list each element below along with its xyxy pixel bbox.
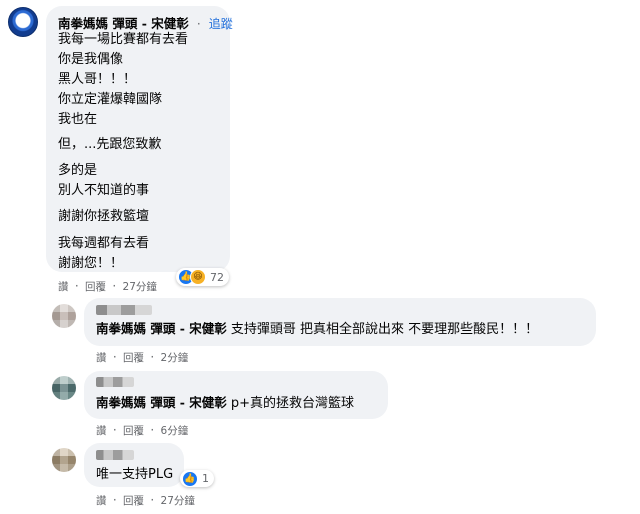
author-name-blurred[interactable] [96,305,152,315]
mention-link[interactable]: 南拳媽媽 彈頭 - 宋健彰 [96,395,227,410]
reply-actions: 讚 · 回覆 · 27分鐘 [96,493,195,508]
separator-dot: · [74,279,79,293]
author-name-blurred[interactable] [96,450,134,460]
separator-dot: · [112,423,117,437]
mention-link[interactable]: 南拳媽媽 彈頭 - 宋健彰 [96,321,227,336]
comment-line: 但，...先跟您致歉 [58,137,162,152]
reply-link[interactable]: 回覆 [123,423,144,438]
avatar[interactable] [52,448,76,472]
like-link[interactable]: 讚 [96,493,107,508]
comment-line: 我也在 [58,112,98,127]
comment-author-row: 南拳媽媽 彈頭 - 宋健彰 · 追蹤 [58,13,233,32]
reaction-summary[interactable]: 👍 😆 72 [176,268,229,286]
timestamp[interactable]: 6分鐘 [161,423,189,438]
comment-actions: 讚 · 回覆 · 27分鐘 [58,279,157,294]
avatar[interactable] [52,304,76,328]
reply-link[interactable]: 回覆 [123,493,144,508]
haha-reaction-icon: 😆 [190,269,206,285]
avatar[interactable] [8,7,38,37]
reply-text-row: 南拳媽媽 彈頭 - 宋健彰 p+真的拯救台灣籃球 [96,394,354,413]
follow-link[interactable]: 追蹤 [209,17,233,31]
reply-actions: 讚 · 回覆 · 6分鐘 [96,423,188,438]
comment-line: 謝謝你拯救籃壇 [58,209,150,224]
separator-dot: · [150,350,155,364]
comment-line: 多的是 [58,163,98,178]
reply-text: p+真的拯救台灣籃球 [230,396,355,411]
reaction-count: 72 [210,270,224,284]
reaction-summary[interactable]: 👍 1 [180,470,214,487]
separator-dot: · [112,493,117,507]
like-link[interactable]: 讚 [96,423,107,438]
separator-dot: · [112,279,117,293]
comment-line: 黑人哥！！！ [58,72,137,87]
reply-text: 唯一支持PLG [96,467,174,482]
comment-line: 你是我偶像 [58,52,124,67]
avatar[interactable] [52,376,76,400]
reply-link[interactable]: 回覆 [85,279,106,294]
comment-line: 謝謝您！！ [58,256,124,271]
author-name-blurred[interactable] [96,377,134,387]
reaction-count: 1 [202,472,209,485]
like-link[interactable]: 讚 [96,350,107,365]
reply-text-row: 南拳媽媽 彈頭 - 宋健彰 支持彈頭哥 把真相全部說出來 不要理那些酸民！！！ [96,320,538,339]
comment-author[interactable]: 南拳媽媽 彈頭 - 宋健彰 [58,16,189,31]
comment-line: 你立定灌爆韓國隊 [58,92,163,107]
separator-dot: · [196,17,201,31]
reply-text: 支持彈頭哥 把真相全部說出來 不要理那些酸民！！！ [230,322,539,337]
comment-line: 我每一場比賽都有去看 [58,32,189,47]
timestamp[interactable]: 27分鐘 [123,279,157,294]
reply-actions: 讚 · 回覆 · 2分鐘 [96,350,188,365]
timestamp[interactable]: 27分鐘 [161,493,195,508]
comment-line: 別人不知道的事 [58,183,150,198]
comment-line: 我每週都有去看 [58,236,150,251]
timestamp[interactable]: 2分鐘 [161,350,189,365]
separator-dot: · [150,423,155,437]
like-link[interactable]: 讚 [58,279,69,294]
like-reaction-icon: 👍 [182,470,198,487]
reply-link[interactable]: 回覆 [123,350,144,365]
separator-dot: · [112,350,117,364]
separator-dot: · [150,493,155,507]
